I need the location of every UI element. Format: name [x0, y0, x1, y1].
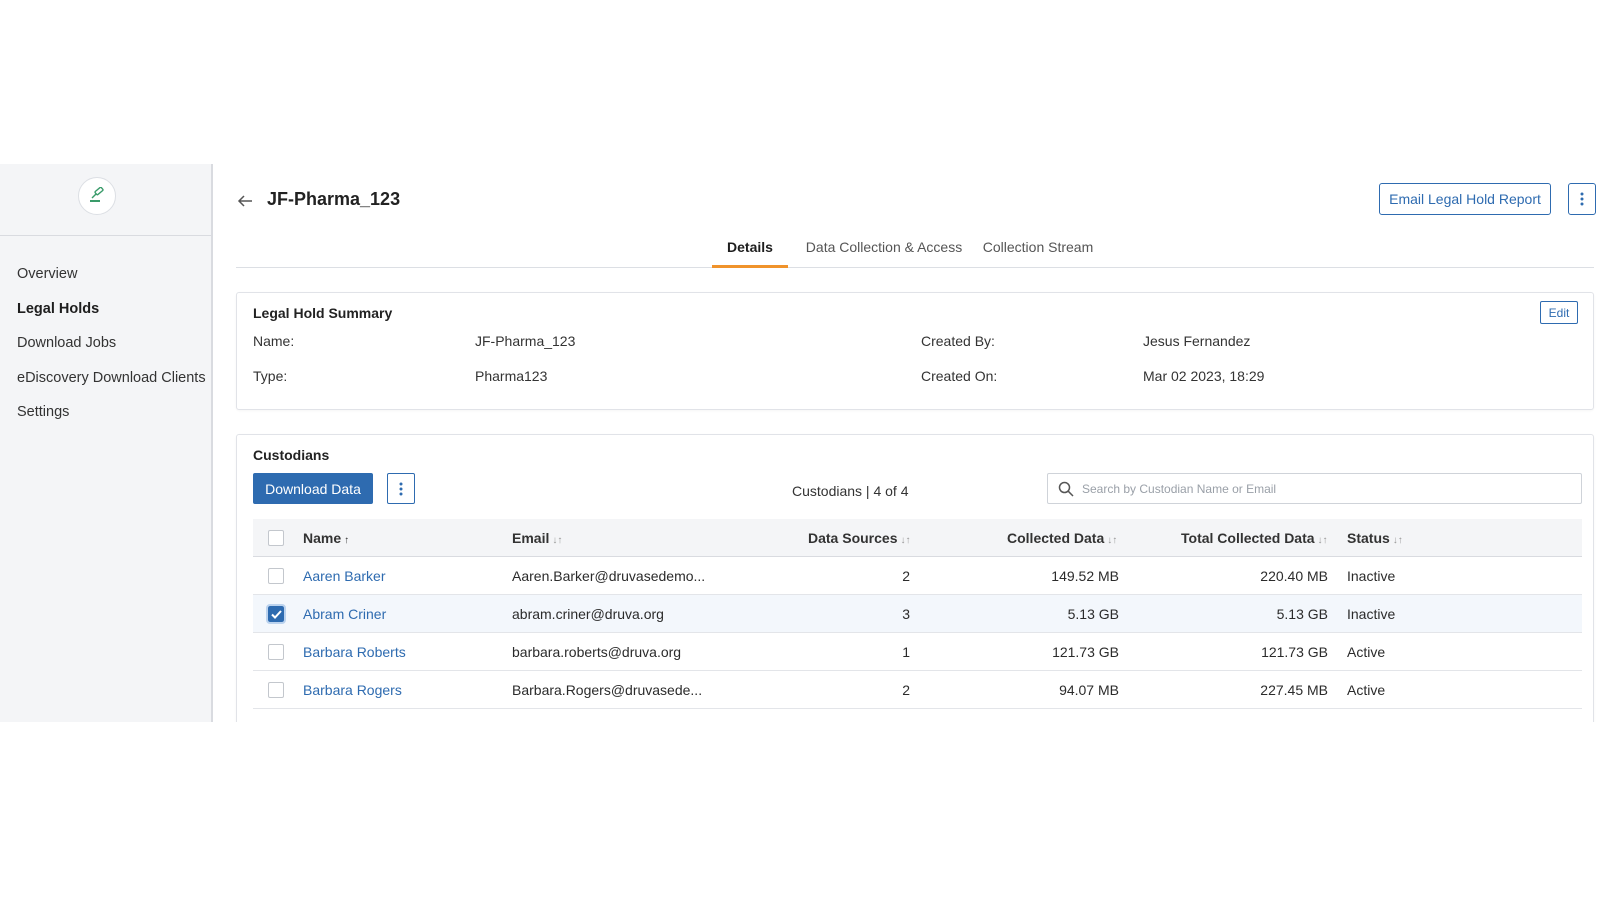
custodians-title: Custodians — [253, 447, 330, 463]
status-text: Active — [1347, 682, 1386, 698]
page-header: JF-Pharma_123 Email Legal Hold Report — [236, 183, 1596, 224]
custodian-count: Custodians | 4 of 4 — [792, 483, 909, 499]
table-row: Barbara Roberts barbara.roberts@druva.or… — [253, 633, 1582, 671]
edit-button[interactable]: Edit — [1540, 301, 1578, 324]
row-checkbox[interactable] — [268, 682, 284, 698]
more-options-button[interactable] — [1568, 183, 1596, 215]
column-collected-header[interactable]: Collected Data ↓↑ — [1007, 519, 1117, 557]
column-status-header[interactable]: Status ↓↑ — [1347, 519, 1403, 557]
sidebar: Overview Legal Holds Download Jobs eDisc… — [0, 164, 213, 722]
sort-icon: ↓↑ — [552, 535, 563, 546]
table-row: Barbara Rogers Barbara.Rogers@druvasede.… — [253, 671, 1582, 709]
custodian-name-link[interactable]: Barbara Roberts — [303, 633, 406, 671]
custodian-email: barbara.roberts@druva.org — [512, 644, 682, 660]
select-all-checkbox[interactable] — [268, 530, 284, 546]
name-label: Name: — [253, 333, 295, 349]
created-by-label: Created By: — [921, 333, 995, 349]
custodians-table: Name ↑ Email ↓↑ Data Sources ↓↑ Collected D… — [253, 519, 1582, 709]
tab-details[interactable]: Details — [712, 236, 788, 268]
data-sources-count: 3 — [902, 606, 910, 622]
sort-icon: ↓↑ — [1317, 535, 1328, 546]
column-status-label: Status — [1347, 530, 1390, 546]
data-sources-count: 2 — [902, 682, 910, 698]
status-text: Inactive — [1347, 568, 1396, 584]
row-checkbox[interactable] — [268, 568, 284, 584]
column-collected-label: Collected Data — [1007, 530, 1105, 546]
sidebar-item-ediscovery-download-clients[interactable]: eDiscovery Download Clients — [17, 368, 206, 403]
custodian-name-link[interactable]: Aaren Barker — [303, 557, 385, 595]
sidebar-item-legal-holds[interactable]: Legal Holds — [17, 299, 206, 334]
created-on-label: Created On: — [921, 368, 998, 384]
total-collected-data: 227.45 MB — [1260, 682, 1328, 698]
custodians-card: Custodians Download Data Custodians | 4 … — [236, 434, 1594, 722]
search-input[interactable] — [1082, 481, 1562, 496]
type-label: Type: — [253, 368, 288, 384]
row-checkbox[interactable] — [266, 604, 286, 624]
search-icon — [1058, 481, 1074, 497]
column-total-label: Total Collected Data — [1181, 530, 1315, 546]
tab-bar: Details Data Collection & Access Collect… — [236, 236, 1594, 268]
checkmark-icon — [270, 609, 282, 619]
kebab-icon — [399, 482, 403, 495]
data-sources-count: 1 — [902, 644, 910, 660]
download-data-button[interactable]: Download Data — [253, 473, 373, 504]
legal-hold-logo-icon — [78, 177, 116, 215]
column-data-sources-label: Data Sources — [808, 530, 898, 546]
tab-collection-stream[interactable]: Collection Stream — [978, 236, 1098, 268]
search-box — [1047, 473, 1582, 504]
table-row: Aaren Barker Aaren.Barker@druvasedemo...… — [253, 557, 1582, 595]
status-text: Inactive — [1347, 606, 1396, 622]
sidebar-header — [0, 164, 211, 236]
app-window: Overview Legal Holds Download Jobs eDisc… — [0, 164, 1600, 722]
column-total-header[interactable]: Total Collected Data ↓↑ — [1181, 519, 1328, 557]
collected-data: 94.07 MB — [1059, 682, 1119, 698]
sort-up-icon: ↑ — [344, 535, 350, 546]
table-header: Name ↑ Email ↓↑ Data Sources ↓↑ Collected D… — [253, 519, 1582, 557]
type-value: Pharma123 — [475, 368, 548, 384]
custodian-actions-button[interactable] — [387, 473, 415, 504]
total-collected-data: 220.40 MB — [1260, 568, 1328, 584]
sidebar-nav: Overview Legal Holds Download Jobs eDisc… — [17, 264, 206, 437]
kebab-icon — [1580, 192, 1584, 206]
collected-data: 149.52 MB — [1051, 568, 1119, 584]
table-row: Abram Criner abram.criner@druva.org 3 5.… — [253, 595, 1582, 633]
row-checkbox[interactable] — [268, 644, 284, 660]
sidebar-item-settings[interactable]: Settings — [17, 402, 206, 437]
status-text: Active — [1347, 644, 1386, 660]
column-email-header[interactable]: Email ↓↑ — [512, 519, 562, 557]
custodian-name-link[interactable]: Barbara Rogers — [303, 671, 402, 709]
data-sources-count: 2 — [902, 568, 910, 584]
column-data-sources-header[interactable]: Data Sources ↓↑ — [808, 519, 910, 557]
email-legal-hold-report-button[interactable]: Email Legal Hold Report — [1379, 183, 1551, 215]
column-name-header[interactable]: Name ↑ — [303, 519, 349, 557]
created-by-value: Jesus Fernandez — [1143, 333, 1251, 349]
collected-data: 121.73 GB — [1052, 644, 1119, 660]
main-content: JF-Pharma_123 Email Legal Hold Report De… — [236, 164, 1596, 722]
created-on-value: Mar 02 2023, 18:29 — [1143, 368, 1265, 384]
sidebar-item-download-jobs[interactable]: Download Jobs — [17, 333, 206, 368]
legal-hold-summary-card: Legal Hold Summary Edit Name: JF-Pharma_… — [236, 292, 1594, 410]
name-value: JF-Pharma_123 — [475, 333, 576, 349]
sidebar-item-overview[interactable]: Overview — [17, 264, 206, 299]
back-arrow-icon[interactable] — [236, 192, 254, 210]
column-name-label: Name — [303, 530, 342, 546]
page-title: JF-Pharma_123 — [267, 189, 401, 209]
custodian-name-link[interactable]: Abram Criner — [303, 595, 386, 633]
summary-title: Legal Hold Summary — [253, 305, 393, 321]
custodian-email: abram.criner@druva.org — [512, 606, 664, 622]
sort-icon: ↓↑ — [900, 535, 911, 546]
sort-icon: ↓↑ — [1392, 535, 1403, 546]
tab-data-collection-access[interactable]: Data Collection & Access — [804, 236, 964, 268]
total-collected-data: 121.73 GB — [1261, 644, 1328, 660]
custodian-email: Aaren.Barker@druvasedemo... — [512, 568, 706, 584]
collected-data: 5.13 GB — [1067, 606, 1119, 622]
sort-icon: ↓↑ — [1107, 535, 1118, 546]
custodian-email: Barbara.Rogers@druvasede... — [512, 682, 703, 698]
total-collected-data: 5.13 GB — [1276, 606, 1328, 622]
column-email-label: Email — [512, 530, 550, 546]
